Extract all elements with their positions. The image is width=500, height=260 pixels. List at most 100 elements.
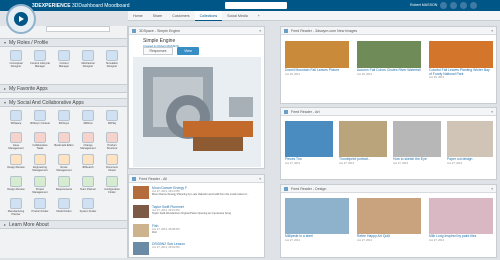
feed-thumbnail[interactable] xyxy=(133,224,149,237)
art-item[interactable]: Pieces Trio Jun 27, 2013 xyxy=(285,121,333,165)
app-tile[interactable]: Document Viewer xyxy=(102,154,122,174)
art-item[interactable]: Paper cut design Jun 27, 2013 xyxy=(447,121,493,165)
design-item[interactable]: Millipede in a steel Jun 27, 2013 xyxy=(285,198,349,242)
app-icon[interactable] xyxy=(10,132,22,143)
design-image[interactable] xyxy=(285,198,349,234)
chevron-down-icon[interactable]: ▾ xyxy=(259,29,261,33)
app-icon[interactable] xyxy=(82,110,94,121)
responses-button[interactable]: Responses xyxy=(143,47,173,55)
app-tile[interactable]: Product Finder xyxy=(30,198,50,218)
art-image[interactable] xyxy=(393,121,441,157)
app-tile[interactable]: Route Management xyxy=(54,154,74,174)
app-tile[interactable]: Collaborative Tasks xyxy=(30,132,50,152)
app-icon[interactable] xyxy=(58,110,70,121)
art-item[interactable]: How to sketch the Eye Jun 27, 2013 xyxy=(393,121,441,165)
app-icon[interactable] xyxy=(82,176,94,187)
app-icon[interactable] xyxy=(34,198,46,209)
tab-home[interactable]: Home xyxy=(128,11,148,21)
tab-share[interactable]: Share xyxy=(148,11,168,21)
news-image[interactable] xyxy=(285,41,349,68)
app-tile[interactable]: Project Management xyxy=(30,176,50,196)
app-icon[interactable] xyxy=(82,198,94,209)
app-icon[interactable] xyxy=(106,110,118,121)
app-icon[interactable] xyxy=(106,132,118,143)
app-icon[interactable] xyxy=(58,176,70,187)
feed-item[interactable]: Taylor Swift Plummet Jun 27, 2013, 09:10… xyxy=(133,205,255,223)
app-tile[interactable]: Design Review xyxy=(6,176,26,196)
app-tile[interactable]: 3DPlay xyxy=(102,110,122,130)
section-learn[interactable]: ▸ Learn More About xyxy=(0,220,127,229)
app-tile[interactable]: Bookmark Editor xyxy=(54,132,74,152)
feed-item[interactable]: Fish Jun 27, 2013, 09:08 PM Fish xyxy=(133,224,255,242)
app-tile[interactable]: Requirements xyxy=(54,176,74,196)
app-icon[interactable] xyxy=(10,154,22,165)
notifications-icon[interactable] xyxy=(460,2,467,9)
app-tile[interactable]: 3DDrive xyxy=(78,110,98,130)
share-icon[interactable] xyxy=(450,2,457,9)
app-icon[interactable] xyxy=(34,50,46,61)
chevron-down-icon[interactable]: ▾ xyxy=(491,187,493,191)
app-icon[interactable] xyxy=(82,132,94,143)
app-icon[interactable] xyxy=(10,110,22,121)
design-item[interactable]: Milk Long Inspired by paint tiles Jun 27… xyxy=(429,198,493,242)
app-tile[interactable]: Design Review xyxy=(6,154,26,174)
app-icon[interactable] xyxy=(34,132,46,143)
app-tile[interactable]: System Finder xyxy=(78,198,98,218)
app-tile[interactable]: Engineering Management xyxy=(30,154,50,174)
app-icon[interactable] xyxy=(10,198,22,209)
design-image[interactable] xyxy=(429,198,493,234)
app-tile[interactable]: Model Finder xyxy=(54,198,74,218)
app-tile[interactable]: Product Structure xyxy=(102,132,122,152)
section-roles[interactable]: ▾ My Roles / Profile xyxy=(0,38,127,47)
chevron-down-icon[interactable]: ▾ xyxy=(491,110,493,114)
tab-add[interactable]: + xyxy=(253,11,265,21)
feed-thumbnail[interactable] xyxy=(133,186,149,199)
feed-thumbnail[interactable] xyxy=(133,242,149,255)
user-name[interactable]: Robert MASSON xyxy=(410,3,437,7)
add-icon[interactable] xyxy=(440,2,447,9)
app-tile[interactable]: Content Manager xyxy=(54,50,74,70)
news-item[interactable]: Donell Mountain Fall Leaves Picture Jun … xyxy=(285,41,349,76)
app-icon[interactable] xyxy=(10,50,22,61)
app-icon[interactable] xyxy=(58,198,70,209)
app-icon[interactable] xyxy=(34,176,46,187)
app-tile[interactable]: Mechanical Designer xyxy=(78,50,98,70)
app-icon[interactable] xyxy=(58,132,70,143)
news-image[interactable] xyxy=(429,41,493,68)
app-icon[interactable] xyxy=(58,50,70,61)
feed-item[interactable]: DRGBN2 Sub Lesson Jun 27, 2013, 09:04 PM xyxy=(133,242,255,260)
app-icon[interactable] xyxy=(34,110,46,121)
app-icon[interactable] xyxy=(82,50,94,61)
app-icon[interactable] xyxy=(106,176,118,187)
app-tile[interactable]: Conceptual Designer xyxy=(6,50,26,70)
app-icon[interactable] xyxy=(58,154,70,165)
app-tile[interactable]: Issue Management xyxy=(6,132,26,152)
sidebar-search-input[interactable] xyxy=(46,26,110,32)
app-tile[interactable]: 3DSwym Intranet xyxy=(30,110,50,130)
app-icon[interactable] xyxy=(82,154,94,165)
feed-thumbnail[interactable] xyxy=(133,205,149,218)
app-tile[interactable]: 3DSwym xyxy=(54,110,74,130)
app-tile[interactable]: Simulation Designer xyxy=(102,50,122,70)
chevron-down-icon[interactable]: ▾ xyxy=(491,29,493,33)
art-image[interactable] xyxy=(285,121,333,157)
news-item[interactable]: Autumn Fall Colors Chutes River Waterfal… xyxy=(357,41,421,76)
design-image[interactable] xyxy=(357,198,421,234)
app-icon[interactable] xyxy=(34,154,46,165)
section-social[interactable]: ▾ My Social And Collaborative Apps xyxy=(0,98,127,107)
app-tile[interactable]: Manufacturing Planner xyxy=(6,198,26,218)
app-icon[interactable] xyxy=(106,154,118,165)
art-image[interactable] xyxy=(339,121,387,157)
help-icon[interactable] xyxy=(470,2,477,9)
tab-social-media[interactable]: Social Media xyxy=(222,11,253,21)
view-button[interactable]: View xyxy=(177,47,199,55)
app-icon[interactable] xyxy=(106,50,118,61)
tab-customers[interactable]: Customers xyxy=(167,11,194,21)
app-tile[interactable]: 3DSearch xyxy=(78,154,98,174)
news-item[interactable]: Colorful Fall Leaves Planting Winter Bay… xyxy=(429,41,493,79)
art-image[interactable] xyxy=(447,121,493,157)
compass[interactable] xyxy=(0,0,40,38)
section-favorites[interactable]: ▸ My Favorite Apps xyxy=(0,84,127,93)
design-item[interactable]: Retire Happy Art Quilt Jun 27, 2013 xyxy=(357,198,421,242)
chevron-down-icon[interactable]: ▾ xyxy=(259,177,261,181)
